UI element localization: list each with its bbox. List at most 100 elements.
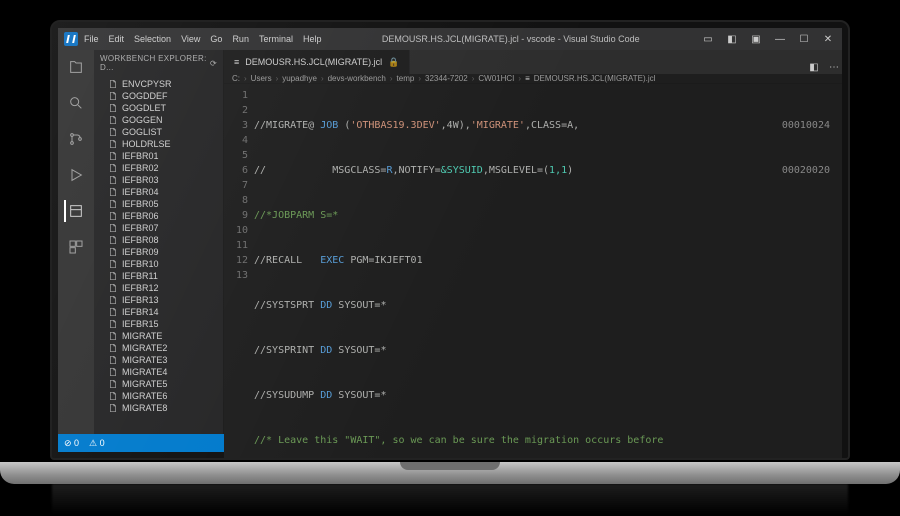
file-icon: [108, 103, 118, 113]
menu-go[interactable]: Go: [210, 34, 222, 44]
window-title: DEMOUSR.HS.JCL(MIGRATE).jcl - vscode - V…: [321, 34, 700, 44]
file-icon: [108, 211, 118, 221]
sidebar-item[interactable]: MIGRATE: [94, 330, 223, 342]
sidebar-item[interactable]: HOLDRLSE: [94, 138, 223, 150]
crumb[interactable]: 32344-7202: [425, 74, 468, 83]
split-editor-icon[interactable]: ◧: [806, 60, 822, 74]
sidebar-item[interactable]: GOGDLET: [94, 102, 223, 114]
file-icon: [108, 259, 118, 269]
sidebar-item[interactable]: IEFBR03: [94, 174, 223, 186]
sidebar-list[interactable]: ENVCPYSRGOGDDEFGOGDLETGOGGENGOGLISTHOLDR…: [94, 76, 223, 434]
crumb[interactable]: DEMOUSR.HS.JCL(MIGRATE).jcl: [534, 74, 656, 83]
crumb[interactable]: C:: [232, 74, 240, 83]
file-icon: [108, 187, 118, 197]
crumb[interactable]: devs-workbench: [328, 74, 386, 83]
sidebar: WORKBENCH EXPLORER: D... ⟳ ENVCPYSRGOGDD…: [94, 50, 224, 434]
refresh-icon[interactable]: ⟳: [210, 59, 217, 68]
breadcrumbs[interactable]: C:› Users› yupadhye› devs-workbench› tem…: [224, 74, 842, 84]
crumb[interactable]: temp: [397, 74, 415, 83]
sidebar-item[interactable]: IEFBR11: [94, 270, 223, 282]
sidebar-item[interactable]: GOGGEN: [94, 114, 223, 126]
sidebar-item[interactable]: IEFBR15: [94, 318, 223, 330]
maximize-button[interactable]: ☐: [796, 32, 812, 46]
sidebar-item[interactable]: MIGRATE3: [94, 354, 223, 366]
sidebar-item[interactable]: IEFBR09: [94, 246, 223, 258]
menu-edit[interactable]: Edit: [109, 34, 125, 44]
file-icon: [108, 115, 118, 125]
file-icon: [108, 391, 118, 401]
menu-selection[interactable]: Selection: [134, 34, 171, 44]
file-icon: [108, 127, 118, 137]
sidebar-item[interactable]: IEFBR01: [94, 150, 223, 162]
menu-help[interactable]: Help: [303, 34, 322, 44]
file-icon: [108, 271, 118, 281]
crumb[interactable]: Users: [251, 74, 272, 83]
minimize-button[interactable]: —: [772, 32, 788, 46]
line-gutter: 12345678910111213: [224, 84, 254, 460]
laptop-notch: [400, 462, 500, 470]
sidebar-item[interactable]: ENVCPYSR: [94, 78, 223, 90]
editor-area: ≡ DEMOUSR.HS.JCL(MIGRATE).jcl 🔒 ◧ ⋯ C:› …: [224, 50, 842, 434]
file-icon: [108, 175, 118, 185]
file-icon: [108, 151, 118, 161]
file-icon: [108, 91, 118, 101]
close-button[interactable]: ✕: [820, 32, 836, 46]
file-icon: [108, 295, 118, 305]
crumb[interactable]: CW01HCI: [478, 74, 514, 83]
sidebar-item[interactable]: MIGRATE2: [94, 342, 223, 354]
explorer-icon[interactable]: [65, 56, 87, 78]
file-icon: [108, 319, 118, 329]
sidebar-item[interactable]: MIGRATE4: [94, 366, 223, 378]
sidebar-item[interactable]: MIGRATE5: [94, 378, 223, 390]
sidebar-item[interactable]: IEFBR04: [94, 186, 223, 198]
file-icon: [108, 343, 118, 353]
code-editor[interactable]: 12345678910111213 //MIGRATE@ JOB ('OTHBA…: [224, 84, 842, 460]
layout-btn2-icon[interactable]: ◧: [724, 32, 740, 46]
file-icon: [108, 403, 118, 413]
run-debug-icon[interactable]: [65, 164, 87, 186]
vscode-logo-icon: [64, 32, 78, 46]
file-icon: ≡: [234, 57, 239, 67]
workbench-explorer-icon[interactable]: [64, 200, 86, 222]
search-icon[interactable]: [65, 92, 87, 114]
sidebar-item[interactable]: IEFBR08: [94, 234, 223, 246]
file-icon: [108, 223, 118, 233]
menu-run[interactable]: Run: [232, 34, 249, 44]
sidebar-item[interactable]: MIGRATE8: [94, 402, 223, 414]
file-icon: [108, 199, 118, 209]
activity-bar: [58, 50, 94, 434]
more-actions-icon[interactable]: ⋯: [826, 60, 842, 74]
file-icon: [108, 247, 118, 257]
sidebar-item[interactable]: IEFBR14: [94, 306, 223, 318]
status-warnings[interactable]: ⚠ 0: [89, 438, 105, 449]
sidebar-item[interactable]: GOGDDEF: [94, 90, 223, 102]
sidebar-item[interactable]: IEFBR13: [94, 294, 223, 306]
menu-terminal[interactable]: Terminal: [259, 34, 293, 44]
code-text[interactable]: //MIGRATE@ JOB ('OTHBAS19.3DEV',4W),'MIG…: [254, 84, 663, 460]
sidebar-item[interactable]: IEFBR07: [94, 222, 223, 234]
tab-label: DEMOUSR.HS.JCL(MIGRATE).jcl: [245, 57, 382, 67]
sidebar-item[interactable]: IEFBR06: [94, 210, 223, 222]
file-icon: [108, 331, 118, 341]
editor-tab[interactable]: ≡ DEMOUSR.HS.JCL(MIGRATE).jcl 🔒: [224, 50, 410, 74]
extensions-icon[interactable]: [65, 236, 87, 258]
crumb[interactable]: yupadhye: [282, 74, 317, 83]
sidebar-item[interactable]: GOGLIST: [94, 126, 223, 138]
sidebar-title: WORKBENCH EXPLORER: D...: [100, 54, 210, 72]
file-icon: [108, 283, 118, 293]
sidebar-item[interactable]: IEFBR12: [94, 282, 223, 294]
file-icon: [108, 355, 118, 365]
sidebar-item[interactable]: IEFBR05: [94, 198, 223, 210]
status-errors[interactable]: ⊘ 0: [64, 438, 79, 449]
main-menu: File Edit Selection View Go Run Terminal…: [84, 34, 321, 44]
layout-btn3-icon[interactable]: ▣: [748, 32, 764, 46]
menu-file[interactable]: File: [84, 34, 99, 44]
sidebar-item[interactable]: MIGRATE6: [94, 390, 223, 402]
menu-view[interactable]: View: [181, 34, 200, 44]
file-icon: [108, 235, 118, 245]
layout-btn-icon[interactable]: ▭: [700, 32, 716, 46]
file-icon: [108, 139, 118, 149]
sidebar-item[interactable]: IEFBR02: [94, 162, 223, 174]
sidebar-item[interactable]: IEFBR10: [94, 258, 223, 270]
source-control-icon[interactable]: [65, 128, 87, 150]
